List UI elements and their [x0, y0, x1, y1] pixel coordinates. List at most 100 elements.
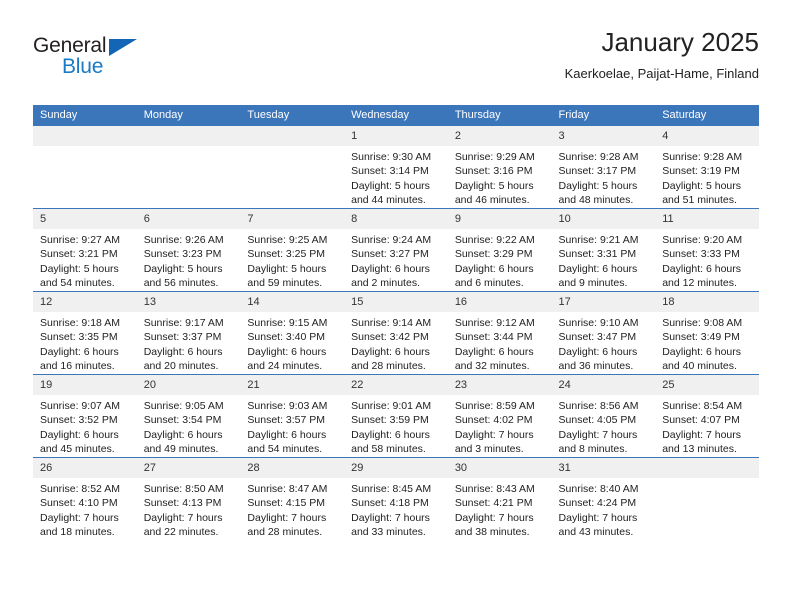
- day-info-line: and 48 minutes.: [558, 194, 634, 207]
- day-info-line: Sunset: 3:44 PM: [454, 331, 533, 344]
- calendar-day-cell[interactable]: 12 Sunrise: 9:18 AM Sunset: 3:35 PM Dayligh…: [33, 291, 137, 375]
- day-info-line: Daylight: 6 hours: [558, 262, 638, 275]
- day-number: 11: [655, 209, 759, 229]
- day-info-line: Sunrise: 9:14 AM: [351, 317, 432, 329]
- calendar-day-cell[interactable]: 6 Sunrise: 9:26 AM Sunset: 3:23 PM Daylight…: [136, 208, 241, 292]
- day-info-line: Sunset: 4:07 PM: [662, 414, 740, 427]
- day-info-line: and 54 minutes.: [40, 277, 115, 290]
- day-info-line: and 9 minutes.: [558, 277, 628, 290]
- day-info-line: and 43 minutes.: [558, 526, 634, 539]
- day-info-line: Sunrise: 9:08 AM: [662, 317, 743, 329]
- calendar-day-cell[interactable]: 27 Sunrise: 8:50 AM Sunset: 4:13 PM Dayligh…: [136, 457, 241, 540]
- day-number: 20: [136, 375, 241, 395]
- day-info-line: Daylight: 6 hours: [454, 262, 534, 275]
- day-info-line: Daylight: 7 hours: [454, 428, 534, 441]
- day-info-line: Sunset: 3:40 PM: [247, 331, 326, 344]
- calendar-week-row: 1 Sunrise: 9:30 AM Sunset: 3:14 PM Daylight…: [33, 126, 759, 209]
- day-info-line: Daylight: 5 hours: [558, 179, 638, 192]
- day-number: 19: [33, 375, 137, 395]
- calendar-day-cell[interactable]: 2 Sunrise: 9:29 AM Sunset: 3:16 PM Daylight…: [447, 126, 552, 209]
- day-number: 16: [447, 292, 552, 312]
- calendar-day-cell[interactable]: 19 Sunrise: 9:07 AM Sunset: 3:52 PM Dayligh…: [33, 374, 137, 458]
- page-title: January 2025: [601, 27, 759, 57]
- day-info-line: Sunset: 3:19 PM: [662, 165, 740, 178]
- calendar-body: 1 Sunrise: 9:30 AM Sunset: 3:14 PM Daylight…: [33, 126, 759, 540]
- day-info-line: Sunset: 3:16 PM: [454, 165, 533, 178]
- day-info-line: and 36 minutes.: [558, 360, 634, 373]
- day-info-line: Daylight: 5 hours: [662, 179, 742, 192]
- calendar-day-cell[interactable]: 20 Sunrise: 9:05 AM Sunset: 3:54 PM Dayligh…: [136, 374, 241, 458]
- calendar-day-cell[interactable]: 26 Sunrise: 8:52 AM Sunset: 4:10 PM Dayligh…: [33, 457, 137, 540]
- day-number: 24: [551, 375, 656, 395]
- calendar-day-cell[interactable]: 11 Sunrise: 9:20 AM Sunset: 3:33 PM Dayligh…: [655, 208, 759, 292]
- day-number: 7: [240, 209, 345, 229]
- day-number: 13: [136, 292, 241, 312]
- day-sun-info: Sunrise: 9:01 AM Sunset: 3:59 PM Daylight:…: [344, 395, 448, 457]
- day-info-line: Sunrise: 9:10 AM: [558, 317, 639, 329]
- day-info-line: and 54 minutes.: [247, 443, 323, 456]
- day-number: 26: [33, 458, 137, 478]
- day-sun-info: Sunrise: 9:21 AM Sunset: 3:31 PM Daylight:…: [552, 229, 656, 291]
- day-sun-info: Sunrise: 8:47 AM Sunset: 4:15 PM Daylight:…: [240, 478, 344, 540]
- calendar-day-cell[interactable]: 25 Sunrise: 8:54 AM Sunset: 4:07 PM Dayligh…: [655, 374, 759, 458]
- weekday-header-thursday: Thursday: [447, 105, 552, 126]
- day-sun-info: Sunrise: 8:40 AM Sunset: 4:24 PM Daylight:…: [552, 478, 656, 540]
- calendar-day-cell[interactable]: 8 Sunrise: 9:24 AM Sunset: 3:27 PM Daylight…: [344, 208, 448, 292]
- calendar-empty-cell: [655, 457, 759, 540]
- day-number: 21: [240, 375, 345, 395]
- day-info-line: Daylight: 6 hours: [40, 428, 119, 441]
- calendar-day-cell[interactable]: 23 Sunrise: 8:59 AM Sunset: 4:02 PM Dayligh…: [447, 374, 552, 458]
- calendar-day-cell[interactable]: 21 Sunrise: 9:03 AM Sunset: 3:57 PM Dayligh…: [240, 374, 345, 458]
- day-info-line: and 59 minutes.: [247, 277, 323, 290]
- calendar-day-cell[interactable]: 29 Sunrise: 8:45 AM Sunset: 4:18 PM Dayligh…: [344, 457, 448, 540]
- day-info-line: Daylight: 6 hours: [662, 262, 742, 275]
- day-info-line: and 16 minutes.: [40, 360, 115, 373]
- day-info-line: Sunset: 3:49 PM: [662, 331, 740, 344]
- day-sun-info: Sunrise: 9:12 AM Sunset: 3:44 PM Daylight:…: [448, 312, 552, 374]
- calendar-day-cell[interactable]: 3 Sunrise: 9:28 AM Sunset: 3:17 PM Daylight…: [551, 126, 656, 209]
- calendar-day-cell[interactable]: 15 Sunrise: 9:14 AM Sunset: 3:42 PM Dayligh…: [344, 291, 448, 375]
- calendar-day-cell[interactable]: 5 Sunrise: 9:27 AM Sunset: 3:21 PM Daylight…: [33, 208, 137, 292]
- calendar-day-cell[interactable]: 14 Sunrise: 9:15 AM Sunset: 3:40 PM Dayligh…: [240, 291, 345, 375]
- general-blue-logo[interactable]: General Blue: [33, 34, 163, 82]
- calendar-day-cell[interactable]: 10 Sunrise: 9:21 AM Sunset: 3:31 PM Dayligh…: [551, 208, 656, 292]
- day-info-line: Daylight: 6 hours: [558, 345, 638, 358]
- day-number: 5: [33, 209, 137, 229]
- day-info-line: and 45 minutes.: [40, 443, 115, 456]
- day-info-line: Sunrise: 9:07 AM: [40, 400, 120, 412]
- day-info-line: Sunrise: 9:25 AM: [247, 234, 328, 246]
- calendar-day-cell[interactable]: 22 Sunrise: 9:01 AM Sunset: 3:59 PM Dayligh…: [344, 374, 448, 458]
- day-info-line: Sunset: 4:15 PM: [247, 497, 326, 510]
- calendar-week-row: 5 Sunrise: 9:27 AM Sunset: 3:21 PM Daylight…: [33, 208, 759, 292]
- day-info-line: Sunset: 3:17 PM: [558, 165, 637, 178]
- calendar-day-cell[interactable]: 28 Sunrise: 8:47 AM Sunset: 4:15 PM Dayligh…: [240, 457, 345, 540]
- calendar-day-cell[interactable]: 16 Sunrise: 9:12 AM Sunset: 3:44 PM Dayligh…: [447, 291, 552, 375]
- calendar-day-cell[interactable]: 31 Sunrise: 8:40 AM Sunset: 4:24 PM Dayligh…: [551, 457, 656, 540]
- day-number: 29: [344, 458, 448, 478]
- day-info-line: Sunset: 3:27 PM: [351, 248, 429, 261]
- day-info-line: Daylight: 7 hours: [351, 511, 430, 524]
- calendar-day-cell[interactable]: 30 Sunrise: 8:43 AM Sunset: 4:21 PM Dayligh…: [447, 457, 552, 540]
- weekday-header-saturday: Saturday: [655, 105, 759, 126]
- calendar-day-cell[interactable]: 13 Sunrise: 9:17 AM Sunset: 3:37 PM Dayligh…: [136, 291, 241, 375]
- calendar-day-cell[interactable]: 18 Sunrise: 9:08 AM Sunset: 3:49 PM Dayligh…: [655, 291, 759, 375]
- day-info-line: Sunset: 3:33 PM: [662, 248, 740, 261]
- calendar-day-cell[interactable]: 24 Sunrise: 8:56 AM Sunset: 4:05 PM Dayligh…: [551, 374, 656, 458]
- logo-word-blue: Blue: [62, 55, 104, 78]
- day-number: 22: [344, 375, 448, 395]
- page-header: General Blue January 2025 Kaerkoelae, Pa…: [33, 26, 759, 94]
- calendar-day-cell[interactable]: 4 Sunrise: 9:28 AM Sunset: 3:19 PM Daylight…: [655, 126, 759, 209]
- day-info-line: Sunrise: 9:12 AM: [454, 317, 535, 329]
- calendar-day-cell[interactable]: 9 Sunrise: 9:22 AM Sunset: 3:29 PM Daylight…: [447, 208, 552, 292]
- day-info-line: and 44 minutes.: [351, 194, 426, 207]
- day-info-line: Sunset: 3:47 PM: [558, 331, 637, 344]
- calendar-empty-cell: [136, 126, 241, 209]
- day-number: 15: [344, 292, 448, 312]
- calendar-day-cell[interactable]: 17 Sunrise: 9:10 AM Sunset: 3:47 PM Dayligh…: [551, 291, 656, 375]
- weekday-header-friday: Friday: [551, 105, 656, 126]
- calendar-day-cell[interactable]: 7 Sunrise: 9:25 AM Sunset: 3:25 PM Daylight…: [240, 208, 345, 292]
- day-sun-info: Sunrise: 9:05 AM Sunset: 3:54 PM Daylight:…: [137, 395, 241, 457]
- day-sun-info: Sunrise: 9:20 AM Sunset: 3:33 PM Daylight:…: [655, 229, 759, 291]
- day-info-line: Sunrise: 8:56 AM: [558, 400, 639, 412]
- calendar-day-cell[interactable]: 1 Sunrise: 9:30 AM Sunset: 3:14 PM Daylight…: [344, 126, 448, 209]
